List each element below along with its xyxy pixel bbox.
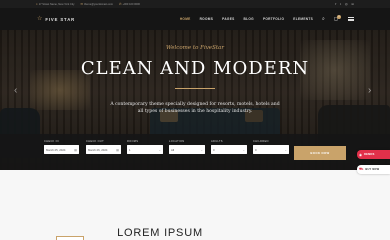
chevron-down-icon: ⌄ bbox=[242, 147, 245, 152]
star-icon: ☆ bbox=[37, 16, 43, 22]
cart-icon: ⛟ bbox=[359, 167, 364, 171]
brand-name: FIVE STAR bbox=[45, 16, 76, 22]
instagram-icon[interactable]: ◎ bbox=[345, 2, 348, 6]
main-menu: HOME ROOMS PAGES BLOG PORTFOLIO ELEMENTS… bbox=[180, 14, 354, 22]
chevron-right-icon[interactable]: › bbox=[368, 86, 371, 96]
checkout-value: March 26, 2024 bbox=[88, 147, 108, 152]
email-item[interactable]: ✉ theme@yourdomain.com bbox=[80, 2, 113, 6]
cart-count-badge: 0 bbox=[337, 14, 341, 19]
envelope-icon: ✉ bbox=[80, 2, 83, 6]
phone-item[interactable]: ✆ +000 100 0000 bbox=[119, 2, 140, 6]
book-now-button[interactable]: BOOK NOW bbox=[294, 146, 346, 160]
adults-label: ADULTS bbox=[211, 140, 223, 143]
location-value: All bbox=[171, 147, 175, 152]
checkout-field: CHECK OUT March 26, 2024 ▦ bbox=[86, 140, 121, 154]
main-header: ☆ FIVE STAR HOME ROOMS PAGES BLOG PORTFO… bbox=[0, 8, 390, 30]
address-item: ⌖ 17 Street Name, New York City bbox=[36, 2, 74, 6]
location-pin-icon: ⌖ bbox=[36, 2, 38, 6]
children-select[interactable]: 0 ⌄ bbox=[253, 145, 289, 154]
adults-field: ADULTS 0 ⌄ bbox=[211, 140, 247, 154]
email-text[interactable]: theme@yourdomain.com bbox=[84, 3, 113, 6]
menu-item-blog[interactable]: BLOG bbox=[244, 17, 254, 21]
hamburger-menu-icon[interactable] bbox=[348, 17, 354, 21]
calendar-icon: ▦ bbox=[74, 147, 77, 152]
top-info-bar: ⌖ 17 Street Name, New York City ✉ theme@… bbox=[0, 0, 390, 8]
chevron-down-icon: ⌄ bbox=[200, 147, 203, 152]
location-field: LOCATION All ⌄ bbox=[169, 140, 205, 154]
linkedin-icon[interactable]: in bbox=[352, 2, 354, 6]
location-label: LOCATION bbox=[169, 140, 185, 143]
menu-item-elements[interactable]: ELEMENTS bbox=[293, 17, 313, 21]
demos-label: DEMOS bbox=[364, 153, 375, 156]
search-icon[interactable]: ⌕ bbox=[322, 16, 325, 22]
phone-icon: ✆ bbox=[119, 2, 122, 6]
location-select[interactable]: All ⌄ bbox=[169, 145, 205, 154]
buy-now-button[interactable]: ⛟ BUY NOW bbox=[357, 165, 390, 174]
rooms-select[interactable]: 1 ⌄ bbox=[127, 145, 163, 154]
buy-now-label: BUY NOW bbox=[365, 168, 380, 171]
address-text: 17 Street Name, New York City bbox=[38, 2, 75, 6]
booking-form: CHECK IN March 25, 2024 ▦ CHECK OUT Marc… bbox=[0, 134, 390, 170]
twitter-icon[interactable]: t bbox=[340, 2, 341, 6]
checkin-label: CHECK IN bbox=[44, 140, 59, 143]
hero-title: CLEAN AND MODERN bbox=[80, 58, 310, 79]
section-heading: LOREM IPSUM bbox=[117, 227, 203, 239]
rooms-value: 1 bbox=[129, 147, 131, 152]
chevron-left-icon[interactable]: ‹ bbox=[14, 86, 17, 96]
social-links: f t ◎ in bbox=[335, 2, 354, 6]
adults-select[interactable]: 0 ⌄ bbox=[211, 145, 247, 154]
site-logo[interactable]: ☆ FIVE STAR bbox=[37, 16, 75, 22]
menu-item-home[interactable]: HOME bbox=[180, 17, 191, 21]
cart-icon[interactable]: ◻ 0 bbox=[334, 14, 341, 22]
calendar-icon: ▦ bbox=[116, 147, 119, 152]
children-value: 0 bbox=[255, 147, 257, 152]
phone-text[interactable]: +000 100 0000 bbox=[123, 3, 140, 6]
children-field: CHILDREN 0 ⌄ bbox=[253, 140, 289, 154]
chevron-down-icon: ⌄ bbox=[284, 147, 287, 152]
menu-item-rooms[interactable]: ROOMS bbox=[200, 17, 214, 21]
title-divider bbox=[175, 88, 215, 89]
menu-item-portfolio[interactable]: PORTFOLIO bbox=[263, 17, 284, 21]
menu-item-pages[interactable]: PAGES bbox=[222, 17, 234, 21]
rooms-label: ROOMS bbox=[127, 140, 139, 143]
chevron-down-icon: ⌄ bbox=[158, 147, 161, 152]
hero-welcome: Welcome to FiveStar bbox=[166, 45, 224, 51]
checkin-field: CHECK IN March 25, 2024 ▦ bbox=[44, 140, 79, 154]
checkout-input[interactable]: March 26, 2024 ▦ bbox=[86, 145, 121, 154]
checkout-label: CHECK OUT bbox=[86, 140, 104, 143]
hero-description: A contemporary theme specially designed … bbox=[110, 102, 280, 114]
demos-button[interactable]: ◉ DEMOS bbox=[357, 150, 390, 159]
checkin-value: March 25, 2024 bbox=[46, 147, 66, 152]
adults-value: 0 bbox=[213, 147, 215, 152]
eye-icon: ◉ bbox=[359, 152, 363, 157]
checkin-input[interactable]: March 25, 2024 ▦ bbox=[44, 145, 79, 154]
facebook-icon[interactable]: f bbox=[335, 2, 336, 6]
feature-card-outline bbox=[56, 236, 84, 240]
rooms-field: ROOMS 1 ⌄ bbox=[127, 140, 163, 154]
children-label: CHILDREN bbox=[253, 140, 269, 143]
